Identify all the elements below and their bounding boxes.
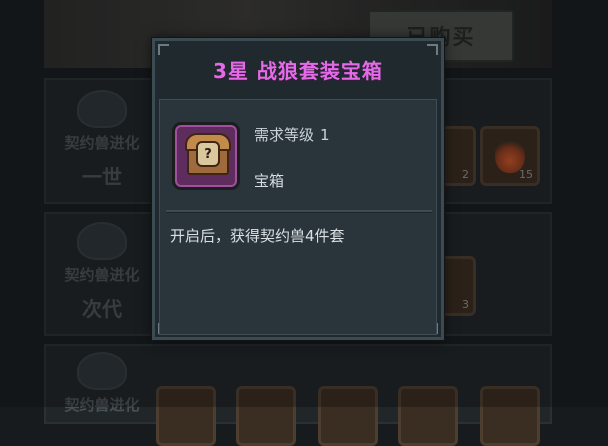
item-type: 宝箱: [254, 172, 285, 190]
level-requirement: 需求等级 1: [254, 124, 330, 145]
requirement-label: 需求等级: [254, 126, 315, 144]
divider: [166, 210, 432, 213]
item-name-title: 3星 战狼套装宝箱: [213, 58, 383, 83]
item-description: 开启后，获得契约兽4件套: [170, 227, 345, 245]
question-mark-icon: ?: [196, 141, 220, 167]
item-tooltip-modal: 3星 战狼套装宝箱 ? 需求等级 1 宝箱 开启后，获得契约兽4件套: [152, 38, 444, 340]
treasure-chest-icon: ?: [172, 122, 240, 190]
requirement-value: 1: [320, 126, 330, 144]
item-detail-panel: ? 需求等级 1 宝箱 开启后，获得契约兽4件套: [159, 99, 437, 335]
